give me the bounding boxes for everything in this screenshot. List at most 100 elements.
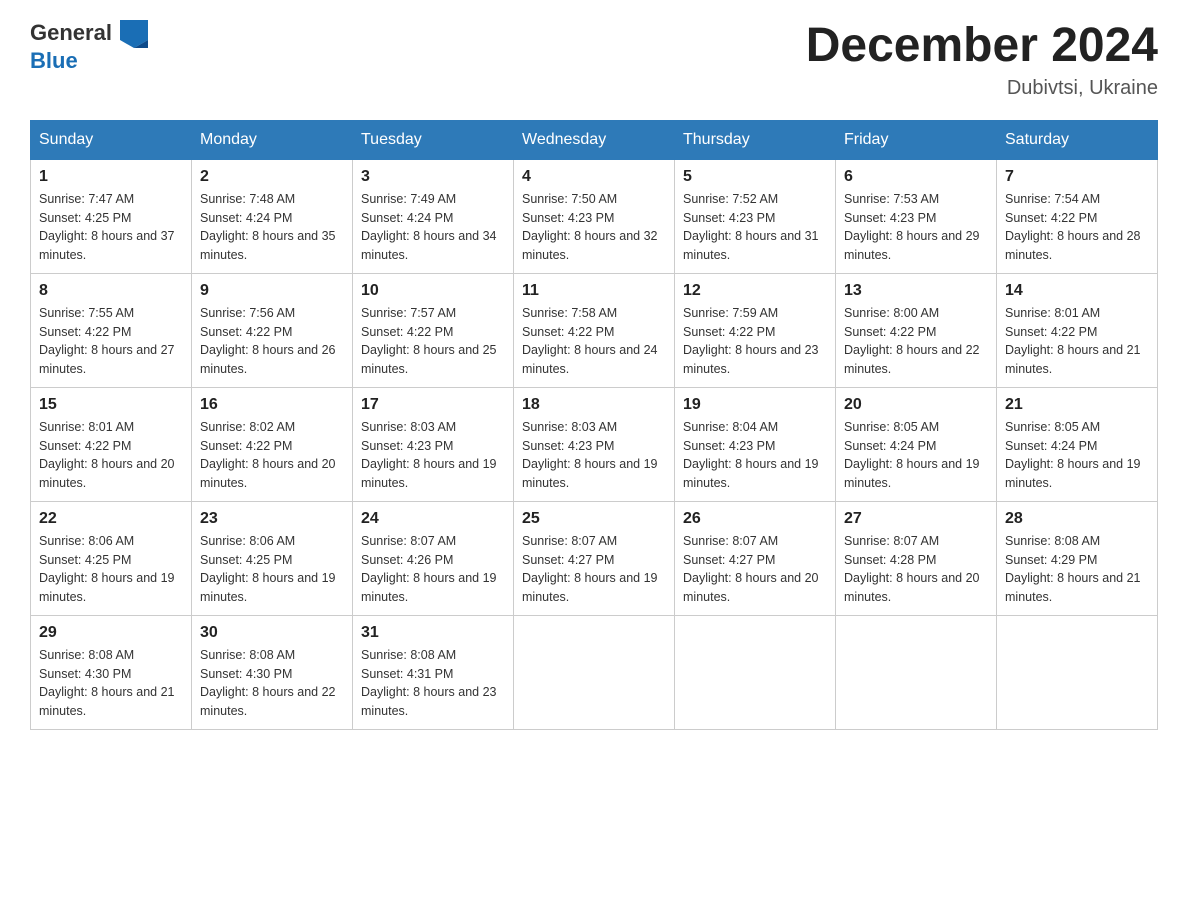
day-number: 8 (39, 282, 183, 300)
day-number: 2 (200, 168, 344, 186)
day-info: Sunrise: 7:57 AMSunset: 4:22 PMDaylight:… (361, 304, 505, 379)
calendar-week-row: 1 Sunrise: 7:47 AMSunset: 4:25 PMDaylight… (31, 159, 1158, 273)
day-number: 20 (844, 396, 988, 414)
calendar-cell: 23 Sunrise: 8:06 AMSunset: 4:25 PMDayligh… (192, 501, 353, 615)
calendar-week-row: 15Sunrise: 8:01 AMSunset: 4:22 PMDayligh… (31, 387, 1158, 501)
day-number: 30 (200, 624, 344, 642)
calendar-cell: 30 Sunrise: 8:08 AMSunset: 4:30 PMDayligh… (192, 615, 353, 729)
day-info: Sunrise: 7:56 AMSunset: 4:22 PMDaylight:… (200, 304, 344, 379)
day-info: Sunrise: 7:58 AMSunset: 4:22 PMDaylight:… (522, 304, 666, 379)
day-number: 18 (522, 396, 666, 414)
day-info: Sunrise: 7:50 AMSunset: 4:23 PMDaylight:… (522, 190, 666, 265)
day-info: Sunrise: 8:05 AMSunset: 4:24 PMDaylight:… (1005, 418, 1149, 493)
day-info: Sunrise: 8:07 AMSunset: 4:26 PMDaylight:… (361, 532, 505, 607)
day-number: 13 (844, 282, 988, 300)
day-number: 28 (1005, 510, 1149, 528)
day-number: 3 (361, 168, 505, 186)
month-title: December 2024 (806, 20, 1158, 73)
calendar-cell: 2 Sunrise: 7:48 AMSunset: 4:24 PMDaylight… (192, 159, 353, 273)
calendar-week-row: 22Sunrise: 8:06 AMSunset: 4:25 PMDayligh… (31, 501, 1158, 615)
calendar-cell: 17 Sunrise: 8:03 AMSunset: 4:23 PMDayligh… (353, 387, 514, 501)
day-info: Sunrise: 7:55 AMSunset: 4:22 PMDaylight:… (39, 304, 183, 379)
calendar-cell: 26 Sunrise: 8:07 AMSunset: 4:27 PMDayligh… (675, 501, 836, 615)
day-info: Sunrise: 8:07 AMSunset: 4:27 PMDaylight:… (522, 532, 666, 607)
logo-blue-text: Blue (30, 48, 148, 74)
calendar-week-row: 29Sunrise: 8:08 AMSunset: 4:30 PMDayligh… (31, 615, 1158, 729)
day-number: 31 (361, 624, 505, 642)
day-number: 5 (683, 168, 827, 186)
day-info: Sunrise: 8:05 AMSunset: 4:24 PMDaylight:… (844, 418, 988, 493)
calendar-cell: 3 Sunrise: 7:49 AMSunset: 4:24 PMDaylight… (353, 159, 514, 273)
day-number: 25 (522, 510, 666, 528)
day-number: 14 (1005, 282, 1149, 300)
calendar-cell: 5 Sunrise: 7:52 AMSunset: 4:23 PMDaylight… (675, 159, 836, 273)
calendar-header-row: SundayMondayTuesdayWednesdayThursdayFrid… (31, 120, 1158, 159)
calendar-table: SundayMondayTuesdayWednesdayThursdayFrid… (30, 120, 1158, 730)
col-header-monday: Monday (192, 120, 353, 159)
day-info: Sunrise: 7:59 AMSunset: 4:22 PMDaylight:… (683, 304, 827, 379)
calendar-cell: 7Sunrise: 7:54 AMSunset: 4:22 PMDaylight… (997, 159, 1158, 273)
location: Dubivtsi, Ukraine (806, 77, 1158, 100)
day-info: Sunrise: 8:03 AMSunset: 4:23 PMDaylight:… (522, 418, 666, 493)
calendar-cell: 19 Sunrise: 8:04 AMSunset: 4:23 PMDayligh… (675, 387, 836, 501)
day-info: Sunrise: 8:08 AMSunset: 4:30 PMDaylight:… (200, 646, 344, 721)
calendar-cell: 9 Sunrise: 7:56 AMSunset: 4:22 PMDaylight… (192, 273, 353, 387)
calendar-week-row: 8 Sunrise: 7:55 AMSunset: 4:22 PMDaylight… (31, 273, 1158, 387)
calendar-cell: 29Sunrise: 8:08 AMSunset: 4:30 PMDayligh… (31, 615, 192, 729)
day-number: 10 (361, 282, 505, 300)
day-number: 1 (39, 168, 183, 186)
calendar-cell: 31Sunrise: 8:08 AMSunset: 4:31 PMDayligh… (353, 615, 514, 729)
calendar-cell: 25 Sunrise: 8:07 AMSunset: 4:27 PMDayligh… (514, 501, 675, 615)
day-number: 26 (683, 510, 827, 528)
calendar-cell: 21 Sunrise: 8:05 AMSunset: 4:24 PMDayligh… (997, 387, 1158, 501)
calendar-cell: 8 Sunrise: 7:55 AMSunset: 4:22 PMDaylight… (31, 273, 192, 387)
day-info: Sunrise: 7:49 AMSunset: 4:24 PMDaylight:… (361, 190, 505, 265)
day-number: 9 (200, 282, 344, 300)
day-info: Sunrise: 7:52 AMSunset: 4:23 PMDaylight:… (683, 190, 827, 265)
day-info: Sunrise: 8:08 AMSunset: 4:29 PMDaylight:… (1005, 532, 1149, 607)
calendar-cell: 24 Sunrise: 8:07 AMSunset: 4:26 PMDayligh… (353, 501, 514, 615)
day-number: 21 (1005, 396, 1149, 414)
day-info: Sunrise: 8:06 AMSunset: 4:25 PMDaylight:… (39, 532, 183, 607)
logo-text: General (30, 20, 148, 48)
day-number: 11 (522, 282, 666, 300)
day-info: Sunrise: 8:06 AMSunset: 4:25 PMDaylight:… (200, 532, 344, 607)
day-info: Sunrise: 8:07 AMSunset: 4:28 PMDaylight:… (844, 532, 988, 607)
col-header-saturday: Saturday (997, 120, 1158, 159)
day-info: Sunrise: 7:48 AMSunset: 4:24 PMDaylight:… (200, 190, 344, 265)
calendar-cell: 14 Sunrise: 8:01 AMSunset: 4:22 PMDayligh… (997, 273, 1158, 387)
day-info: Sunrise: 7:47 AMSunset: 4:25 PMDaylight:… (39, 190, 183, 265)
calendar-cell (836, 615, 997, 729)
day-info: Sunrise: 8:02 AMSunset: 4:22 PMDaylight:… (200, 418, 344, 493)
calendar-cell: 18 Sunrise: 8:03 AMSunset: 4:23 PMDayligh… (514, 387, 675, 501)
day-number: 19 (683, 396, 827, 414)
calendar-cell: 10 Sunrise: 7:57 AMSunset: 4:22 PMDayligh… (353, 273, 514, 387)
day-number: 6 (844, 168, 988, 186)
title-section: December 2024 Dubivtsi, Ukraine (806, 20, 1158, 100)
calendar-cell: 28 Sunrise: 8:08 AMSunset: 4:29 PMDayligh… (997, 501, 1158, 615)
day-number: 23 (200, 510, 344, 528)
col-header-sunday: Sunday (31, 120, 192, 159)
day-info: Sunrise: 7:54 AMSunset: 4:22 PMDaylight:… (1005, 190, 1149, 265)
day-info: Sunrise: 8:03 AMSunset: 4:23 PMDaylight:… (361, 418, 505, 493)
day-info: Sunrise: 8:00 AMSunset: 4:22 PMDaylight:… (844, 304, 988, 379)
col-header-tuesday: Tuesday (353, 120, 514, 159)
day-info: Sunrise: 8:01 AMSunset: 4:22 PMDaylight:… (1005, 304, 1149, 379)
col-header-friday: Friday (836, 120, 997, 159)
col-header-thursday: Thursday (675, 120, 836, 159)
logo-general: General (30, 20, 112, 45)
day-number: 24 (361, 510, 505, 528)
calendar-cell: 27Sunrise: 8:07 AMSunset: 4:28 PMDayligh… (836, 501, 997, 615)
day-number: 17 (361, 396, 505, 414)
calendar-cell (997, 615, 1158, 729)
calendar-cell: 20 Sunrise: 8:05 AMSunset: 4:24 PMDayligh… (836, 387, 997, 501)
calendar-cell (675, 615, 836, 729)
calendar-cell: 6Sunrise: 7:53 AMSunset: 4:23 PMDaylight… (836, 159, 997, 273)
day-info: Sunrise: 8:07 AMSunset: 4:27 PMDaylight:… (683, 532, 827, 607)
calendar-cell: 15Sunrise: 8:01 AMSunset: 4:22 PMDayligh… (31, 387, 192, 501)
day-info: Sunrise: 8:04 AMSunset: 4:23 PMDaylight:… (683, 418, 827, 493)
day-number: 12 (683, 282, 827, 300)
day-info: Sunrise: 8:08 AMSunset: 4:30 PMDaylight:… (39, 646, 183, 721)
calendar-cell: 11 Sunrise: 7:58 AMSunset: 4:22 PMDayligh… (514, 273, 675, 387)
calendar-cell: 13 Sunrise: 8:00 AMSunset: 4:22 PMDayligh… (836, 273, 997, 387)
